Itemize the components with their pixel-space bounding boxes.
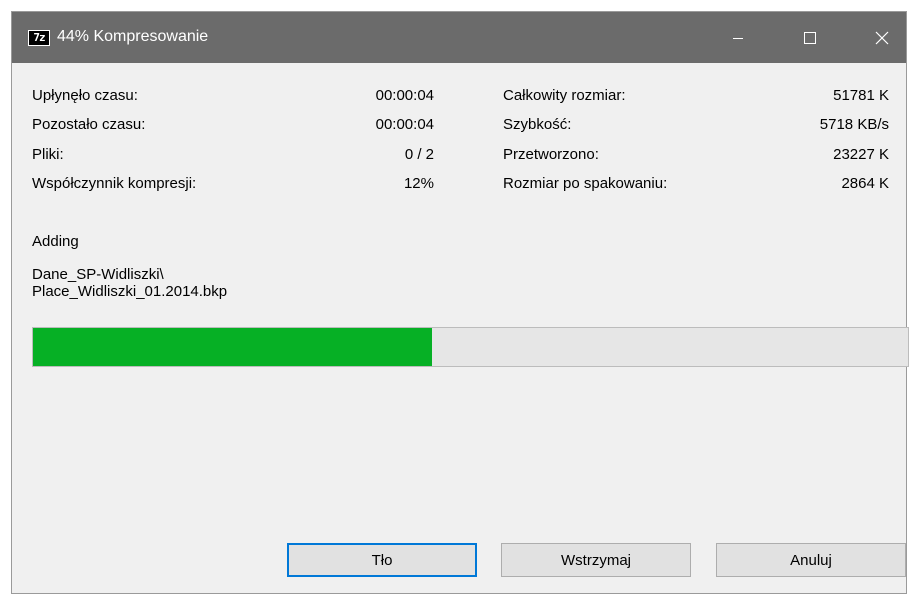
processed-label: Przetworzono: xyxy=(503,146,599,163)
close-button[interactable] xyxy=(858,12,906,63)
packed-size-label: Rozmiar po spakowaniu: xyxy=(503,175,668,192)
minimize-icon xyxy=(733,37,743,39)
remaining-time-label: Pozostało czasu: xyxy=(32,116,146,133)
compression-ratio-value: 12% xyxy=(403,175,434,192)
compression-ratio-label: Współczynnik kompresji: xyxy=(32,175,197,192)
progress-bar-fill xyxy=(33,328,432,366)
elapsed-time-value: 00:00:04 xyxy=(375,87,434,104)
progress-bar xyxy=(32,327,909,367)
title-bar[interactable]: 7z 44% Kompresowanie xyxy=(12,12,906,63)
window-title: 44% Kompresowanie xyxy=(57,28,209,45)
files-label: Pliki: xyxy=(32,146,64,163)
maximize-button[interactable] xyxy=(786,12,834,63)
processed-value: 23227 K xyxy=(833,146,889,163)
7z-app-icon: 7z xyxy=(28,30,50,46)
total-size-value: 51781 K xyxy=(833,87,889,104)
speed-value: 5718 KB/s xyxy=(819,116,889,133)
total-size-label: Całkowity rozmiar: xyxy=(503,87,626,104)
remaining-time-value: 00:00:04 xyxy=(375,116,434,133)
operation-status: Adding xyxy=(32,233,79,250)
speed-label: Szybkość: xyxy=(503,116,572,133)
compression-dialog: 7z 44% Kompresowanie Upłynęło czasu: 00:… xyxy=(11,11,909,594)
elapsed-time-label: Upłynęło czasu: xyxy=(32,87,138,104)
maximize-icon xyxy=(804,31,816,44)
pause-button[interactable]: Wstrzymaj xyxy=(501,543,691,577)
current-file-path: Dane_SP-Widliszki\ Place_Widliszki_01.20… xyxy=(32,266,228,300)
cancel-button[interactable]: Anuluj xyxy=(716,543,906,577)
files-value: 0 / 2 xyxy=(404,146,434,163)
close-icon xyxy=(875,31,889,44)
packed-size-value: 2864 K xyxy=(841,175,889,192)
minimize-button[interactable] xyxy=(714,12,762,63)
background-button[interactable]: Tło xyxy=(287,543,477,577)
